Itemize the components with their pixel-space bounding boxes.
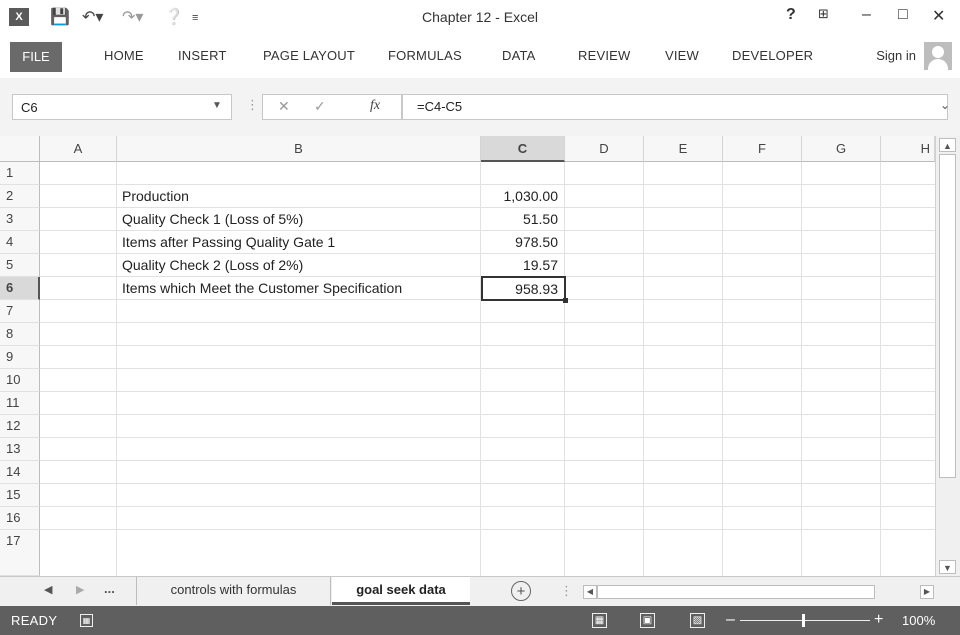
column-header-h[interactable]: H (881, 136, 935, 162)
fill-handle[interactable] (563, 298, 568, 303)
row-header-3[interactable]: 3 (0, 208, 40, 231)
vertical-scrollbar[interactable]: ▲ ▼ (935, 136, 960, 576)
column-header-a[interactable]: A (40, 136, 117, 162)
vertical-scroll-thumb[interactable] (939, 154, 956, 478)
row-header-10[interactable]: 10 (0, 369, 40, 392)
more-sheets-button[interactable]: ... (104, 581, 115, 596)
zoom-level[interactable]: 100% (902, 613, 935, 628)
row-header-9[interactable]: 9 (0, 346, 40, 369)
column-header-g[interactable]: G (802, 136, 881, 162)
formula-bar: C6 ▼ ⋮ ✕ ✓ fx =C4-C5 ⌄ (0, 78, 960, 136)
formula-input[interactable]: =C4-C5 (402, 94, 948, 120)
status-mode: READY (11, 613, 58, 628)
title-bar: X 💾 ↶▾ ↷▾ ❔ ≡ Chapter 12 - Excel ? ⊞ – □… (0, 0, 960, 36)
row-header-7[interactable]: 7 (0, 300, 40, 323)
tab-home[interactable]: HOME (104, 48, 144, 63)
horizontal-scrollbar[interactable] (597, 585, 875, 599)
help-button[interactable]: ? (786, 6, 796, 24)
ribbon-display-options-icon[interactable]: ⊞ (818, 6, 829, 22)
sheet-prev-icon[interactable]: ◀ (44, 583, 52, 596)
cell-b2[interactable]: Production (117, 185, 481, 208)
column-header-c[interactable]: C (481, 136, 565, 162)
name-box[interactable]: C6 (12, 94, 232, 120)
row-header-14[interactable]: 14 (0, 461, 40, 484)
new-sheet-plus-icon[interactable]: + (511, 581, 531, 601)
cell-c2[interactable]: 1,030.00 (481, 185, 565, 208)
minimize-button[interactable]: – (862, 6, 871, 24)
cell-b6[interactable]: Items which Meet the Customer Specificat… (117, 277, 481, 300)
row-header-15[interactable]: 15 (0, 484, 40, 507)
normal-view-icon[interactable]: ▦ (592, 613, 607, 628)
cancel-icon[interactable]: ✕ (278, 98, 290, 115)
scroll-up-icon[interactable]: ▲ (939, 138, 956, 152)
status-bar: READY ▦ ▦ ▣ ▧ – + 100% (0, 606, 960, 635)
window-title: Chapter 12 - Excel (422, 9, 538, 25)
row-header-1[interactable]: 1 (0, 162, 40, 185)
expand-formula-bar-icon[interactable]: ⌄ (940, 98, 950, 112)
tab-file[interactable]: FILE (10, 42, 62, 72)
insert-function-icon[interactable]: fx (370, 98, 380, 114)
zoom-out-icon[interactable]: – (726, 611, 735, 629)
worksheet-grid[interactable]: A B C D E F G H 1 2 3 4 5 6 7 8 9 10 11 … (0, 136, 960, 576)
tab-insert[interactable]: INSERT (178, 48, 227, 63)
sign-in-link[interactable]: Sign in (876, 48, 916, 63)
row-header-5[interactable]: 5 (0, 254, 40, 277)
cell-b3[interactable]: Quality Check 1 (Loss of 5%) (117, 208, 481, 231)
cell-c5[interactable]: 19.57 (481, 254, 565, 277)
drag-handle-icon[interactable]: ⋮ (246, 97, 259, 113)
scroll-right-icon[interactable]: ▶ (920, 585, 934, 599)
scroll-left-icon[interactable]: ◀ (583, 585, 597, 599)
close-button[interactable]: ✕ (932, 6, 945, 26)
cell-c3[interactable]: 51.50 (481, 208, 565, 231)
column-header-d[interactable]: D (565, 136, 644, 162)
tab-formulas[interactable]: FORMULAS (388, 48, 462, 63)
tab-developer[interactable]: DEVELOPER (732, 48, 813, 63)
sheet-tab-controls-with-formulas[interactable]: controls with formulas (136, 577, 331, 605)
row-header-6[interactable]: 6 (0, 277, 40, 300)
column-header-e[interactable]: E (644, 136, 723, 162)
cell-b4[interactable]: Items after Passing Quality Gate 1 (117, 231, 481, 254)
ribbon-tabs: FILE HOME INSERT PAGE LAYOUT FORMULAS DA… (0, 36, 960, 79)
select-all-corner[interactable] (0, 136, 40, 162)
macro-recording-icon[interactable]: ▦ (80, 614, 93, 627)
cell-b5[interactable]: Quality Check 2 (Loss of 2%) (117, 254, 481, 277)
row-header-17[interactable]: 17 (0, 530, 40, 576)
enter-check-icon[interactable]: ✓ (314, 98, 326, 115)
sheet-tab-bar: ◀ ▶ ... controls with formulas goal seek… (0, 576, 960, 607)
chevron-down-icon[interactable]: ▼ (212, 100, 222, 111)
zoom-slider-thumb[interactable] (802, 614, 805, 627)
page-break-preview-icon[interactable]: ▧ (690, 613, 705, 628)
excel-window: X 💾 ↶▾ ↷▾ ❔ ≡ Chapter 12 - Excel ? ⊞ – □… (0, 0, 960, 635)
row-header-11[interactable]: 11 (0, 392, 40, 415)
tab-page-layout[interactable]: PAGE LAYOUT (263, 48, 355, 63)
tab-view[interactable]: VIEW (665, 48, 699, 63)
column-header-b[interactable]: B (117, 136, 481, 162)
sheet-next-icon[interactable]: ▶ (76, 583, 84, 596)
column-header-f[interactable]: F (723, 136, 802, 162)
scroll-down-icon[interactable]: ▼ (939, 560, 956, 574)
row-header-12[interactable]: 12 (0, 415, 40, 438)
active-cell-c6[interactable]: 958.93 (481, 276, 566, 301)
row-header-13[interactable]: 13 (0, 438, 40, 461)
row-header-8[interactable]: 8 (0, 323, 40, 346)
row-header-4[interactable]: 4 (0, 231, 40, 254)
tab-data[interactable]: DATA (502, 48, 536, 63)
zoom-in-icon[interactable]: + (874, 611, 883, 629)
sheet-tab-goal-seek-data[interactable]: goal seek data (332, 577, 470, 605)
cell-c4[interactable]: 978.50 (481, 231, 565, 254)
zoom-slider-track[interactable] (740, 620, 870, 621)
row-header-2[interactable]: 2 (0, 185, 40, 208)
tab-review[interactable]: REVIEW (578, 48, 630, 63)
tab-split-handle-icon[interactable]: ⋮ (560, 583, 573, 599)
row-header-16[interactable]: 16 (0, 507, 40, 530)
avatar[interactable] (924, 42, 952, 70)
page-layout-view-icon[interactable]: ▣ (640, 613, 655, 628)
restore-button[interactable]: □ (898, 6, 908, 24)
